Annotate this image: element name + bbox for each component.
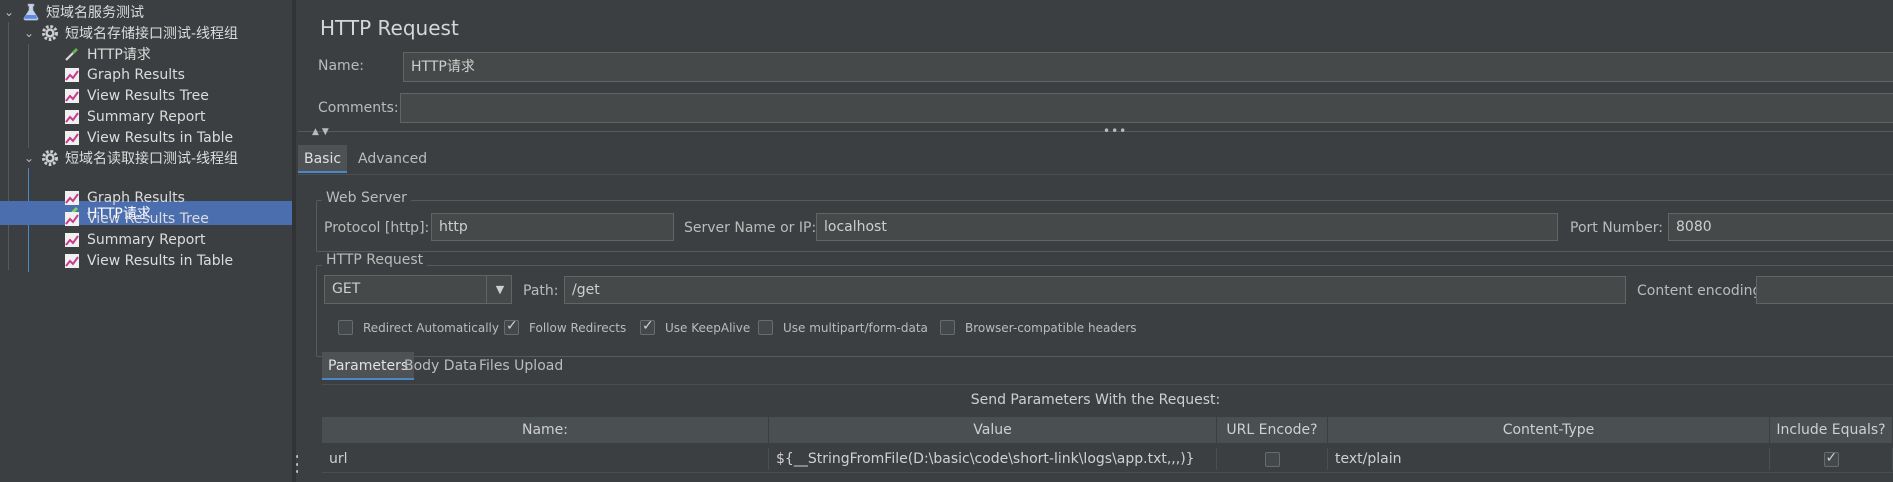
cell-name[interactable]: url [322, 448, 769, 470]
http-request-panel: HTTP Request Name: HTTP请求 Comments: ▲▼ •… [298, 0, 1893, 482]
tree-item-label: View Results Tree [87, 211, 209, 227]
cell-value[interactable]: ${__StringFromFile(D:\basic\code\short-l… [769, 448, 1217, 470]
test-plan-tree[interactable]: ⌄ 短域名服务测试 ⌄ 短域名存储接口测试-线程组 HTTP请求 Graph R… [0, 0, 292, 482]
tab-files-upload[interactable]: Files Upload [473, 352, 569, 380]
protocol-label: Protocol [http]: [324, 220, 430, 236]
name-label: Name: [318, 58, 365, 74]
multipart-checkbox[interactable]: Use multipart/form-data [758, 320, 928, 335]
checkbox-label: Use multipart/form-data [783, 320, 928, 335]
encoding-input[interactable] [1756, 276, 1893, 304]
tree-root-label: 短域名服务测试 [46, 5, 144, 21]
cell-content-type[interactable]: text/plain [1328, 448, 1770, 470]
port-label: Port Number: [1570, 220, 1663, 236]
tree-item-label: View Results Tree [87, 88, 209, 104]
checkbox-label: Follow Redirects [529, 320, 627, 335]
gear-icon [42, 150, 58, 166]
tree-thread-group-2[interactable]: ⌄ 短域名读取接口测试-线程组 [0, 146, 292, 170]
path-input[interactable]: /get [564, 276, 1626, 304]
method-value: GET [332, 281, 361, 297]
subtab-divider [322, 384, 1893, 385]
tree-group-label: 短域名读取接口测试-线程组 [65, 151, 239, 167]
column-header-url-encode[interactable]: URL Encode? [1217, 417, 1328, 443]
chevron-down-icon[interactable]: ⌄ [22, 151, 36, 165]
checkbox-label: Use KeepAlive [665, 320, 751, 335]
drag-handle-icon[interactable]: ••• [1103, 124, 1127, 138]
panel-splitter[interactable] [292, 0, 296, 482]
checkbox-box[interactable] [338, 320, 353, 335]
gear-icon [42, 25, 58, 41]
chart-icon [65, 131, 79, 145]
chart-icon [65, 191, 79, 205]
column-header-content-type[interactable]: Content-Type [1328, 417, 1770, 443]
tree-item-label: Graph Results [87, 190, 185, 206]
server-input[interactable]: localhost [816, 213, 1558, 241]
method-select[interactable]: GET [324, 275, 512, 304]
tab-basic[interactable]: Basic [298, 145, 348, 173]
tree-group-label: 短域名存储接口测试-线程组 [65, 26, 239, 42]
include-equals-checkbox[interactable] [1823, 450, 1839, 467]
tree-item-label: Summary Report [87, 109, 206, 125]
tree-item-view-results-table-2[interactable]: View Results in Table [0, 249, 292, 273]
tab-advanced[interactable]: Advanced [352, 145, 433, 173]
tree-item-label: Summary Report [87, 232, 206, 248]
chart-icon [65, 89, 79, 103]
chart-icon [65, 233, 79, 247]
params-caption: Send Parameters With the Request: [970, 392, 1221, 408]
tab-divider [298, 174, 1893, 175]
checkbox-box[interactable] [758, 320, 773, 335]
column-header-name[interactable]: Name: [322, 417, 769, 443]
redirect-automatically-checkbox[interactable]: Redirect Automatically [338, 320, 499, 335]
row-divider [322, 472, 1893, 473]
name-input[interactable]: HTTP请求 [403, 52, 1893, 82]
comments-label: Comments: [318, 100, 399, 116]
checkbox-box[interactable] [640, 318, 655, 335]
table-row[interactable]: url ${__StringFromFile(D:\basic\code\sho… [322, 447, 1893, 471]
collapse-arrows-icon[interactable]: ▲▼ [312, 127, 332, 137]
tree-item-label: HTTP请求 [87, 47, 151, 63]
chart-icon [65, 110, 79, 124]
port-input[interactable]: 8080 [1668, 213, 1893, 241]
checkbox-box[interactable] [504, 318, 519, 335]
cell-url-encode[interactable] [1217, 448, 1328, 470]
chart-icon [65, 68, 79, 82]
keepalive-checkbox[interactable]: Use KeepAlive [640, 318, 751, 335]
checkbox-label: Browser-compatible headers [965, 320, 1137, 335]
chevron-down-icon[interactable]: ▼ [486, 276, 513, 303]
follow-redirects-checkbox[interactable]: Follow Redirects [504, 318, 627, 335]
divider [298, 131, 1893, 132]
column-header-value[interactable]: Value [769, 417, 1217, 443]
column-header-include-equals[interactable]: Include Equals? [1770, 417, 1893, 443]
chevron-down-icon[interactable]: ⌄ [22, 26, 36, 40]
pipette-icon [65, 47, 79, 61]
browser-headers-checkbox[interactable]: Browser-compatible headers [940, 320, 1137, 335]
tree-item-label: Graph Results [87, 67, 185, 83]
http-request-title: HTTP Request [322, 252, 428, 268]
tab-body-data[interactable]: Body Data [398, 352, 483, 380]
encoding-label: Content encoding: [1637, 283, 1767, 299]
url-encode-checkbox[interactable] [1264, 451, 1280, 467]
flask-icon [23, 3, 39, 21]
tree-item-label: View Results in Table [87, 253, 234, 269]
protocol-input[interactable]: http [431, 213, 674, 241]
cell-include-equals[interactable] [1770, 448, 1893, 470]
path-label: Path: [523, 283, 559, 299]
server-label: Server Name or IP: [684, 220, 817, 236]
chart-icon [65, 212, 79, 226]
checkbox-label: Redirect Automatically [363, 320, 499, 335]
checkbox-box[interactable] [940, 320, 955, 335]
chevron-down-icon[interactable]: ⌄ [2, 5, 16, 19]
comments-input[interactable] [400, 93, 1893, 123]
web-server-title: Web Server [322, 190, 411, 206]
chart-icon [65, 254, 79, 268]
tree-item-label: View Results in Table [87, 130, 234, 146]
page-title: HTTP Request [320, 16, 459, 40]
